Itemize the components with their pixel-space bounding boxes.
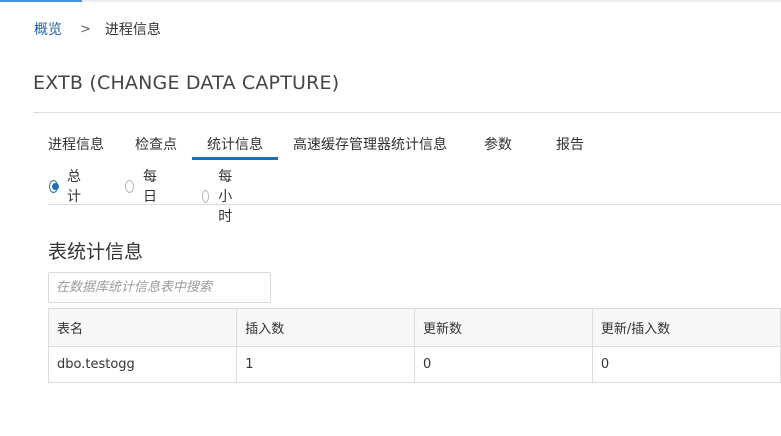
tab-parameters[interactable]: 参数 [484, 134, 512, 160]
page: 概览 > 进程信息 EXTB (CHANGE DATA CAPTURE) 进程信… [0, 0, 781, 436]
radio-hourly-label: 每小时 [218, 169, 233, 225]
top-accent-bar [0, 0, 82, 2]
radio-total[interactable]: 总计 [49, 166, 85, 206]
tab-report[interactable]: 报告 [556, 134, 584, 160]
radio-daily-indicator[interactable] [125, 179, 135, 193]
table-search-input[interactable] [48, 272, 271, 303]
column-header-inserts[interactable]: 插入数 [236, 308, 416, 347]
breadcrumb-separator: > [80, 21, 91, 37]
page-title: EXTB (CHANGE DATA CAPTURE) [33, 72, 340, 94]
tab-checkpoints[interactable]: 检查点 [135, 134, 177, 160]
table-stats-title: 表统计信息 [48, 241, 144, 263]
section-divider [48, 204, 781, 205]
radio-total-label: 总计 [67, 169, 82, 205]
table-row: dbo.testogg 1 0 0 [47, 346, 781, 383]
table-header-row: 表名 插入数 更新数 更新/插入数 [47, 308, 781, 347]
radio-total-indicator[interactable] [49, 179, 60, 193]
tab-cache-manager-statistics[interactable]: 高速缓存管理器统计信息 [293, 134, 447, 160]
radio-hourly[interactable]: 每小时 [202, 166, 238, 226]
breadcrumb-home-link[interactable]: 概览 [34, 19, 62, 39]
column-header-updates[interactable]: 更新数 [414, 308, 593, 347]
cell-updates: 0 [414, 346, 593, 383]
tab-process-info[interactable]: 进程信息 [48, 134, 104, 160]
breadcrumb-current: 进程信息 [104, 22, 161, 38]
cell-table-name: dbo.testogg [47, 346, 238, 383]
radio-daily[interactable]: 每日 [125, 166, 161, 206]
cell-inserts: 1 [236, 346, 416, 383]
column-header-upserts[interactable]: 更新/插入数 [591, 308, 781, 347]
breadcrumb: 概览 > 进程信息 [34, 19, 161, 39]
active-tab-indicator [192, 157, 278, 160]
title-divider [33, 112, 781, 113]
cell-upserts: 0 [591, 346, 781, 383]
table-stats-grid: 表名 插入数 更新数 更新/插入数 dbo.testogg 1 0 0 [47, 308, 781, 383]
radio-daily-label: 每日 [143, 169, 158, 205]
radio-hourly-indicator[interactable] [202, 189, 210, 203]
column-header-table-name[interactable]: 表名 [47, 308, 238, 347]
top-shadow [0, 0, 781, 3]
